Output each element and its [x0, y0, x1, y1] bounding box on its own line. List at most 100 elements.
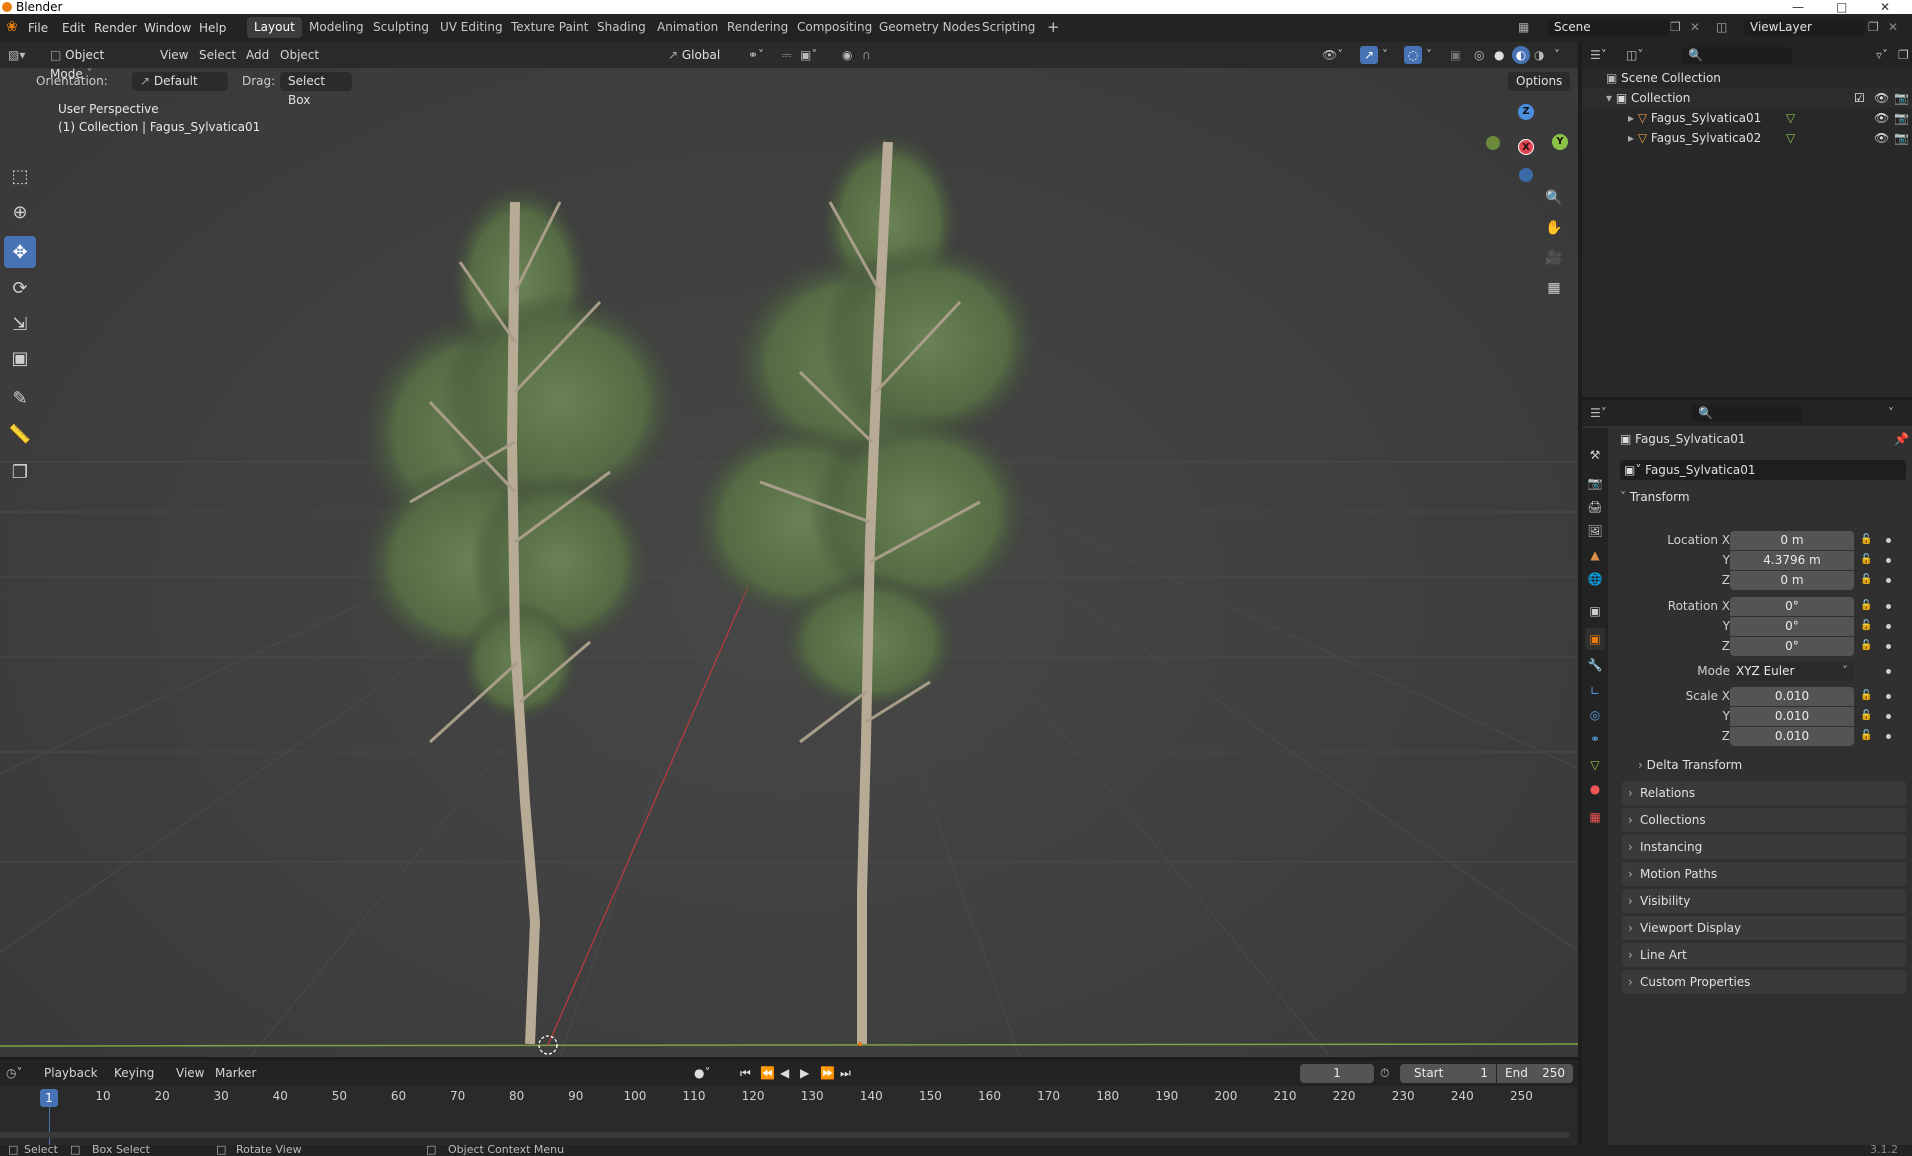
lock-icon[interactable]: 🔓	[1860, 640, 1872, 651]
tab-shading[interactable]: Shading	[590, 17, 653, 38]
menu-select[interactable]: Select	[199, 46, 236, 64]
panel-visibility[interactable]: › Visibility	[1622, 889, 1906, 913]
xray-icon[interactable]: ▣	[1450, 46, 1461, 64]
gizmo-toggle-icon[interactable]: ↗	[1360, 46, 1378, 64]
orientation-default-dropdown[interactable]: ↗ Default	[132, 72, 228, 91]
rotation-y-field[interactable]: 0°	[1730, 617, 1854, 636]
clock-icon[interactable]: ⏱	[1380, 1064, 1389, 1082]
lock-icon[interactable]: 🔓	[1860, 534, 1872, 545]
panel-viewport-display[interactable]: › Viewport Display	[1622, 916, 1906, 940]
timeline-editor-icon[interactable]: ◷˅	[6, 1064, 22, 1082]
physics-tab-icon[interactable]: ◎	[1585, 704, 1605, 726]
neg-y-axis-icon[interactable]	[1486, 136, 1500, 150]
object-eye-icon[interactable]: 👁	[1874, 108, 1889, 128]
pan-hand-icon[interactable]: ✋	[1540, 214, 1568, 242]
keyframe-dot-icon[interactable]	[1886, 734, 1891, 739]
outliner-editor-icon[interactable]: ☰˅	[1590, 46, 1607, 64]
y-axis-icon[interactable]: Y	[1552, 134, 1568, 150]
rotate-tool-icon[interactable]: ⟳	[4, 272, 36, 304]
jump-start-icon[interactable]: ⏮	[740, 1064, 751, 1082]
menu-marker[interactable]: Marker	[215, 1064, 256, 1082]
object-camera-icon[interactable]: 📷	[1894, 108, 1909, 128]
world-tab-icon[interactable]: 🌐	[1585, 568, 1605, 590]
delta-transform-header[interactable]: › Delta Transform	[1638, 758, 1742, 772]
pin-icon[interactable]: 📌	[1894, 432, 1909, 446]
maximize-icon[interactable]: □	[1836, 0, 1847, 14]
move-tool-icon[interactable]: ✥	[4, 236, 36, 268]
close-icon[interactable]: ✕	[1880, 0, 1890, 14]
minimize-icon[interactable]: —	[1792, 0, 1804, 14]
select-box-tool-icon[interactable]: ⬚	[4, 160, 36, 192]
scene-tab-icon[interactable]: ▲	[1585, 544, 1605, 566]
lock-icon[interactable]: 🔓	[1860, 710, 1872, 721]
panel-motion-paths[interactable]: › Motion Paths	[1622, 862, 1906, 886]
object-name-field[interactable]: ▣˅ Fagus_Sylvatica01	[1620, 460, 1906, 480]
panel-custom-properties[interactable]: › Custom Properties	[1622, 970, 1906, 994]
new-scene-icon[interactable]: ❐	[1670, 20, 1681, 34]
snap-icon[interactable]: ⎓	[782, 46, 792, 64]
outliner-row-scene-collection[interactable]: ▣ Scene Collection	[1582, 68, 1912, 88]
properties-options-icon[interactable]: ˅	[1888, 404, 1894, 422]
visibility-icon[interactable]: 👁˅	[1322, 46, 1343, 64]
tab-texture-paint[interactable]: Texture Paint	[504, 17, 595, 38]
output-tab-icon[interactable]: 🖨	[1585, 496, 1605, 518]
lock-icon[interactable]: 🔓	[1860, 690, 1872, 701]
menu-view[interactable]: View	[160, 46, 188, 64]
panel-line-art[interactable]: › Line Art	[1622, 943, 1906, 967]
menu-object[interactable]: Object	[280, 46, 319, 64]
neg-z-axis-icon[interactable]	[1519, 168, 1533, 182]
tab-geometry-nodes[interactable]: Geometry Nodes	[872, 17, 987, 38]
keyframe-dot-icon[interactable]	[1886, 538, 1891, 543]
rotation-mode-dropdown[interactable]: XYZ Euler ˅	[1730, 662, 1854, 681]
keyframe-dot-icon[interactable]	[1886, 578, 1891, 583]
tree-fagus-sylvatica02[interactable]	[690, 132, 1040, 1044]
menu-window[interactable]: Window	[144, 21, 191, 35]
annotate-tool-icon[interactable]: ✎	[4, 382, 36, 414]
overlays-dropdown-icon[interactable]: ˅	[1426, 46, 1432, 64]
view-layer-tab-icon[interactable]: 🖼	[1585, 520, 1605, 542]
material-preview-icon[interactable]: ◐	[1512, 46, 1530, 64]
collection-eye-icon[interactable]: 👁	[1874, 88, 1889, 108]
outliner-row-collection[interactable]: ▾ ▣ Collection ☑ 👁 📷	[1582, 88, 1912, 108]
wireframe-shading-icon[interactable]: ◎	[1474, 46, 1484, 64]
mode-dropdown[interactable]: □ Object Mode ˅	[42, 46, 146, 81]
tab-uv-editing[interactable]: UV Editing	[433, 17, 510, 38]
lock-icon[interactable]: 🔓	[1860, 620, 1872, 631]
menu-file[interactable]: File	[28, 21, 48, 35]
transform-orientation-dropdown[interactable]: ↗ Global	[660, 46, 738, 65]
outliner-search-icon[interactable]: 🔍	[1682, 47, 1792, 64]
drag-dropdown[interactable]: Select Box	[280, 72, 352, 107]
menu-keying[interactable]: Keying	[114, 1064, 154, 1082]
prev-keyframe-icon[interactable]: ⏪	[760, 1064, 775, 1082]
start-frame-field[interactable]: Start 1	[1400, 1064, 1496, 1083]
zoom-icon[interactable]: 🔍	[1540, 184, 1568, 212]
particles-tab-icon[interactable]: ∟	[1585, 680, 1605, 702]
keyframe-dot-icon[interactable]	[1886, 604, 1891, 609]
outliner-row-object[interactable]: ▸ ▽ Fagus_Sylvatica01 ▽ 👁 📷	[1582, 108, 1912, 128]
blender-menu-icon[interactable]: ❀	[6, 19, 18, 35]
location-z-field[interactable]: 0 m	[1730, 571, 1854, 590]
pivot-point-icon[interactable]: ⚭˅	[748, 46, 764, 64]
menu-render[interactable]: Render	[94, 21, 137, 35]
current-frame-field[interactable]: 1	[1300, 1064, 1374, 1083]
tool-tab-icon[interactable]: ⚒	[1585, 444, 1605, 466]
scene-name-field[interactable]: Scene	[1548, 19, 1670, 36]
play-icon[interactable]: ▶	[800, 1064, 809, 1082]
object-camera-icon[interactable]: 📷	[1894, 128, 1909, 148]
view-layer-field[interactable]: ViewLayer	[1744, 19, 1866, 36]
object-tab-icon[interactable]: ▣	[1585, 628, 1605, 650]
lock-icon[interactable]: 🔓	[1860, 574, 1872, 585]
rotation-z-field[interactable]: 0°	[1730, 637, 1854, 656]
perspective-toggle-icon[interactable]: ▦	[1540, 274, 1568, 302]
end-frame-field[interactable]: End 250	[1497, 1064, 1573, 1083]
properties-editor-icon[interactable]: ☰˅	[1590, 404, 1607, 422]
editor-type-icon[interactable]: ▧▾	[8, 46, 25, 64]
rotation-x-field[interactable]: 0°	[1730, 597, 1854, 616]
keyframe-dot-icon[interactable]	[1886, 714, 1891, 719]
tab-animation[interactable]: Animation	[650, 17, 725, 38]
lock-icon[interactable]: 🔓	[1860, 600, 1872, 611]
tab-modeling[interactable]: Modeling	[302, 17, 371, 38]
3d-viewport[interactable]: ▧▾ □ Object Mode ˅ View Select Add Objec…	[0, 42, 1578, 1057]
panel-instancing[interactable]: › Instancing	[1622, 835, 1906, 859]
playhead-indicator[interactable]: 1	[40, 1089, 58, 1107]
